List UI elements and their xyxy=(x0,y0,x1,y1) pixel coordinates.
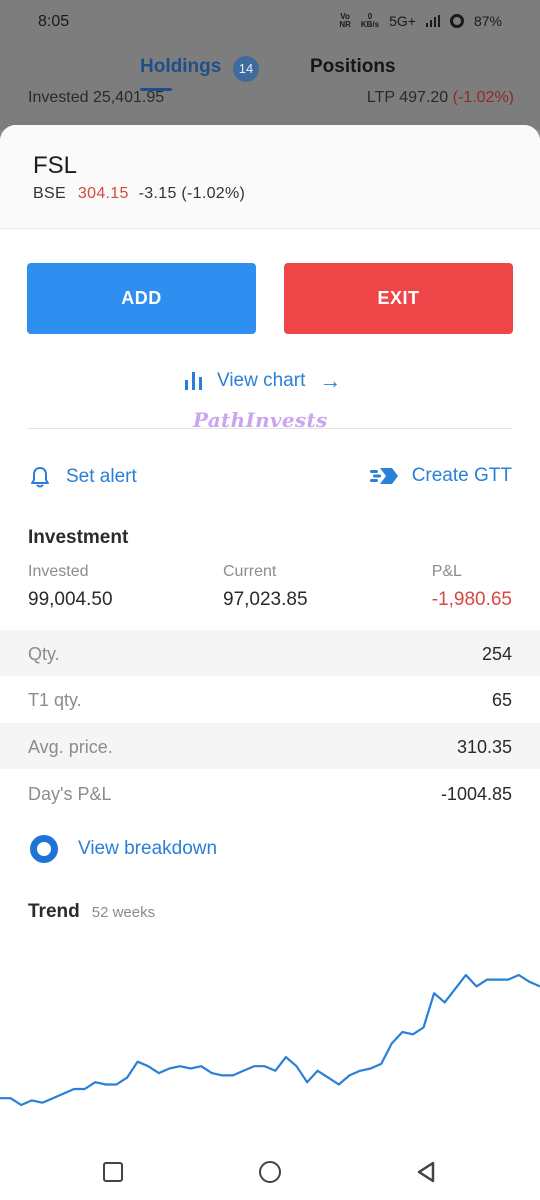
volte-indicator: Vo NR xyxy=(339,13,351,29)
speed-unit: KB/s xyxy=(360,20,380,29)
current-label: Current xyxy=(223,563,277,580)
current-column: Current 97,023.85 xyxy=(223,563,308,611)
bell-icon xyxy=(31,467,49,488)
gtt-fast-forward-icon xyxy=(369,468,398,484)
pnl-label: P&L xyxy=(431,563,462,580)
stock-header: FSL BSE 304.15 -3.15 (-1.02%) xyxy=(0,125,540,229)
pnl-value: -1,980.65 xyxy=(431,589,512,610)
network-speed: 0 KB/s xyxy=(361,13,379,29)
view-chart-label: View chart xyxy=(217,370,306,391)
trend-line-chart xyxy=(0,973,540,1107)
signal-strength-icon xyxy=(425,15,440,27)
battery-icon xyxy=(449,14,464,28)
stat-label: Day's P&L xyxy=(28,784,112,804)
bg-invested: Invested 25,401.95 xyxy=(28,89,164,105)
exit-button[interactable]: EXIT xyxy=(284,263,513,334)
recent-apps-button[interactable] xyxy=(103,1162,123,1182)
trend-header: Trend 52 weeks xyxy=(28,901,155,923)
bg-invested-label: Invested xyxy=(28,89,89,105)
ltp-value: 304.15 xyxy=(77,185,129,202)
nr-text: NR xyxy=(339,20,351,29)
investment-title: Investment xyxy=(28,527,129,548)
holdings-count-badge: 14 xyxy=(233,56,259,82)
exchange-label: BSE xyxy=(33,185,66,202)
status-icons: Vo NR 0 KB/s 5G+ 87% xyxy=(339,13,502,30)
back-button[interactable] xyxy=(414,1160,438,1184)
add-button[interactable]: ADD xyxy=(27,263,256,334)
current-value: 97,023.85 xyxy=(223,589,308,610)
holding-detail-sheet: FSL BSE 304.15 -3.15 (-1.02%) ADD EXIT Vie… xyxy=(0,125,540,1200)
android-nav-bar xyxy=(0,1140,540,1200)
divider xyxy=(27,428,513,429)
stat-value: 65 xyxy=(491,690,512,710)
pnl-column: P&L -1,980.65 xyxy=(432,563,512,611)
status-time: 8:05 xyxy=(38,13,70,30)
trend-period: 52 weeks xyxy=(91,904,156,921)
stock-quote: BSE 304.15 -3.15 (-1.02%) xyxy=(33,185,245,203)
background-holding-row: Invested 25,401.95 LTP 497.20 (-1.02%) xyxy=(28,89,514,105)
bg-ltp-change: (-1.02%) xyxy=(452,89,514,105)
status-bar: 8:05 Vo NR 0 KB/s 5G+ 87% xyxy=(0,0,540,44)
stat-label: Qty. xyxy=(28,644,60,664)
battery-percent: 87% xyxy=(473,13,502,29)
stat-label: T1 qty. xyxy=(28,690,82,710)
stat-label: Avg. price. xyxy=(28,737,113,757)
view-breakdown-link[interactable]: View breakdown xyxy=(30,835,217,863)
stat-value: 254 xyxy=(481,644,512,664)
tab-positions[interactable]: Positions xyxy=(310,56,396,78)
tab-holdings[interactable]: Holdings xyxy=(140,56,221,78)
trend-series-line xyxy=(0,973,540,1107)
create-gtt-link[interactable]: Create GTT xyxy=(369,465,512,487)
invested-column: Invested 99,004.50 xyxy=(28,563,113,611)
price-change: -3.15 (-1.02%) xyxy=(138,185,246,202)
bg-invested-value: 25,401.95 xyxy=(92,89,165,105)
stock-symbol: FSL xyxy=(33,152,78,179)
donut-chart-icon xyxy=(30,835,58,863)
stat-row-t1-qty: T1 qty. 65 xyxy=(0,676,540,722)
invested-label: Invested xyxy=(28,563,89,580)
bg-ltp: LTP 497.20 (-1.02%) xyxy=(367,89,514,105)
invested-value: 99,004.50 xyxy=(28,589,113,610)
view-breakdown-label: View breakdown xyxy=(78,838,218,859)
bar-chart-icon xyxy=(185,372,202,390)
trend-title: Trend xyxy=(28,901,80,922)
stat-value: 310.35 xyxy=(456,737,512,757)
stat-value: -1004.85 xyxy=(440,784,512,804)
signal-type: 5G+ xyxy=(389,13,416,29)
bg-ltp-value: 497.20 xyxy=(399,89,449,105)
home-button[interactable] xyxy=(259,1161,281,1183)
stat-row-qty: Qty. 254 xyxy=(0,630,540,676)
set-alert-link[interactable]: Set alert xyxy=(28,465,137,489)
set-alert-label: Set alert xyxy=(66,466,137,487)
view-chart-link[interactable]: View chart → xyxy=(185,368,341,394)
bg-ltp-label: LTP xyxy=(366,89,395,105)
stat-row-avg-price: Avg. price. 310.35 xyxy=(0,723,540,769)
stat-row-day-pnl: Day's P&L -1004.85 xyxy=(0,770,540,816)
holdings-tabs: Holdings 14 Positions xyxy=(0,52,540,92)
arrow-right-icon: → xyxy=(319,368,342,393)
create-gtt-label: Create GTT xyxy=(411,465,512,486)
